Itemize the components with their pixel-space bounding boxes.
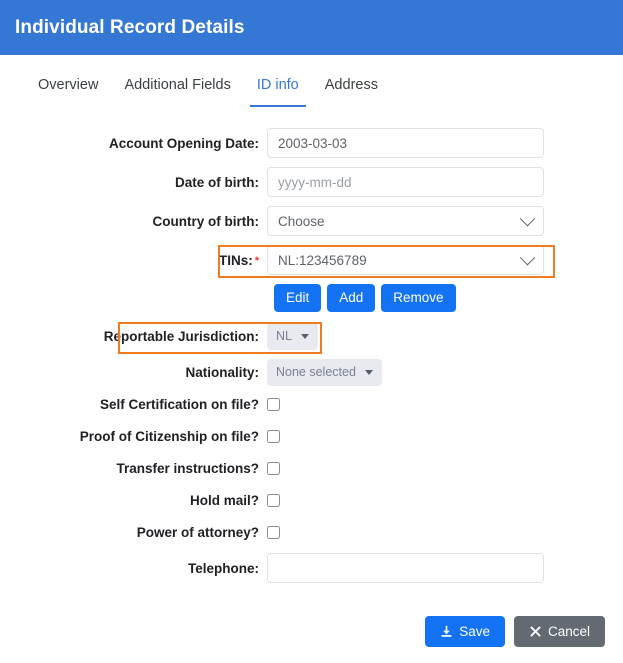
caret-down-icon bbox=[364, 370, 373, 376]
field-row-reportable-jurisdiction: Reportable Jurisdiction: NL bbox=[0, 322, 623, 355]
field-row-transfer-instructions: Transfer instructions? bbox=[0, 461, 623, 476]
label-proof-of-citizenship: Proof of Citizenship on file? bbox=[79, 429, 259, 445]
label-reportable-jurisdiction: Reportable Jurisdiction: bbox=[103, 329, 259, 345]
cancel-button[interactable]: Cancel bbox=[513, 616, 605, 647]
tab-address[interactable]: Address bbox=[312, 67, 391, 107]
field-row-nationality: Nationality: None selected bbox=[0, 359, 623, 387]
tin-action-buttons: Edit Add Remove bbox=[274, 284, 623, 313]
download-save-icon bbox=[441, 625, 452, 637]
label-tins-text: TINs: bbox=[218, 252, 253, 268]
save-button[interactable]: Save bbox=[425, 616, 505, 647]
label-country-of-birth: Country of birth: bbox=[152, 213, 259, 229]
hold-mail-checkbox[interactable] bbox=[267, 494, 280, 508]
remove-button[interactable]: Remove bbox=[381, 284, 456, 313]
power-of-attorney-checkbox[interactable] bbox=[267, 526, 280, 540]
required-asterisk-icon: * bbox=[254, 254, 259, 267]
reportable-jurisdiction-value: NL bbox=[276, 329, 292, 344]
label-self-certification: Self Certification on file? bbox=[99, 397, 259, 413]
field-row-account-opening-date: Account Opening Date: bbox=[0, 128, 623, 158]
field-country-of-birth: Choose bbox=[267, 206, 544, 236]
nationality-value: None selected bbox=[276, 365, 356, 380]
field-row-country-of-birth: Country of birth: Choose bbox=[0, 206, 623, 236]
telephone-input[interactable] bbox=[267, 553, 544, 584]
form-footer: Save Cancel bbox=[425, 616, 605, 647]
page-title: Individual Record Details bbox=[15, 16, 245, 38]
reportable-jurisdiction-dropdown[interactable]: NL bbox=[267, 323, 318, 351]
field-date-of-birth bbox=[267, 167, 544, 197]
tins-select[interactable]: NL:123456789 bbox=[267, 245, 544, 275]
field-tins: NL:123456789 bbox=[267, 245, 544, 275]
edit-button[interactable]: Edit bbox=[274, 284, 322, 313]
field-row-date-of-birth: Date of birth: bbox=[0, 167, 623, 197]
field-row-proof-of-citizenship: Proof of Citizenship on file? bbox=[0, 429, 623, 444]
label-transfer-instructions: Transfer instructions? bbox=[116, 461, 259, 477]
label-account-opening-date: Account Opening Date: bbox=[108, 135, 259, 151]
country-of-birth-value: Choose bbox=[278, 213, 325, 229]
save-button-label: Save bbox=[459, 624, 490, 639]
caret-down-icon bbox=[300, 334, 309, 340]
field-nationality: None selected bbox=[267, 359, 382, 387]
proof-of-citizenship-checkbox[interactable] bbox=[267, 430, 280, 444]
date-of-birth-input[interactable] bbox=[267, 167, 544, 197]
field-row-telephone: Telephone: bbox=[0, 553, 623, 584]
chevron-down-icon bbox=[519, 249, 536, 265]
id-info-form: Account Opening Date: Date of birth: Cou… bbox=[0, 122, 623, 584]
field-account-opening-date bbox=[267, 128, 544, 158]
field-telephone bbox=[267, 553, 544, 584]
tab-overview[interactable]: Overview bbox=[25, 67, 111, 107]
transfer-instructions-checkbox[interactable] bbox=[267, 462, 280, 476]
field-row-tins: TINs: * NL:123456789 bbox=[0, 245, 623, 278]
label-nationality: Nationality: bbox=[185, 365, 259, 381]
cancel-button-label: Cancel bbox=[547, 624, 590, 639]
nationality-dropdown[interactable]: None selected bbox=[267, 359, 382, 387]
country-of-birth-select[interactable]: Choose bbox=[267, 206, 544, 236]
field-reportable-jurisdiction: NL bbox=[267, 323, 318, 351]
label-date-of-birth: Date of birth: bbox=[175, 174, 259, 190]
label-tins: TINs: * bbox=[0, 253, 267, 268]
tab-additional-fields[interactable]: Additional Fields bbox=[111, 67, 243, 107]
label-telephone: Telephone: bbox=[187, 560, 259, 576]
account-opening-date-input[interactable] bbox=[267, 128, 544, 158]
label-hold-mail: Hold mail? bbox=[189, 493, 259, 509]
tins-value: NL:123456789 bbox=[278, 252, 367, 268]
label-power-of-attorney: Power of attorney? bbox=[136, 525, 259, 541]
tab-bar: Overview Additional Fields ID info Addre… bbox=[0, 67, 623, 122]
field-row-hold-mail: Hold mail? bbox=[0, 493, 623, 508]
chevron-down-icon bbox=[519, 210, 536, 226]
window-header: Individual Record Details bbox=[0, 0, 623, 55]
field-row-power-of-attorney: Power of attorney? bbox=[0, 525, 623, 540]
add-button[interactable]: Add bbox=[327, 284, 376, 313]
close-x-icon bbox=[530, 626, 541, 637]
tab-id-info[interactable]: ID info bbox=[244, 67, 312, 107]
self-certification-checkbox[interactable] bbox=[267, 398, 280, 412]
field-row-self-certification: Self Certification on file? bbox=[0, 397, 623, 412]
